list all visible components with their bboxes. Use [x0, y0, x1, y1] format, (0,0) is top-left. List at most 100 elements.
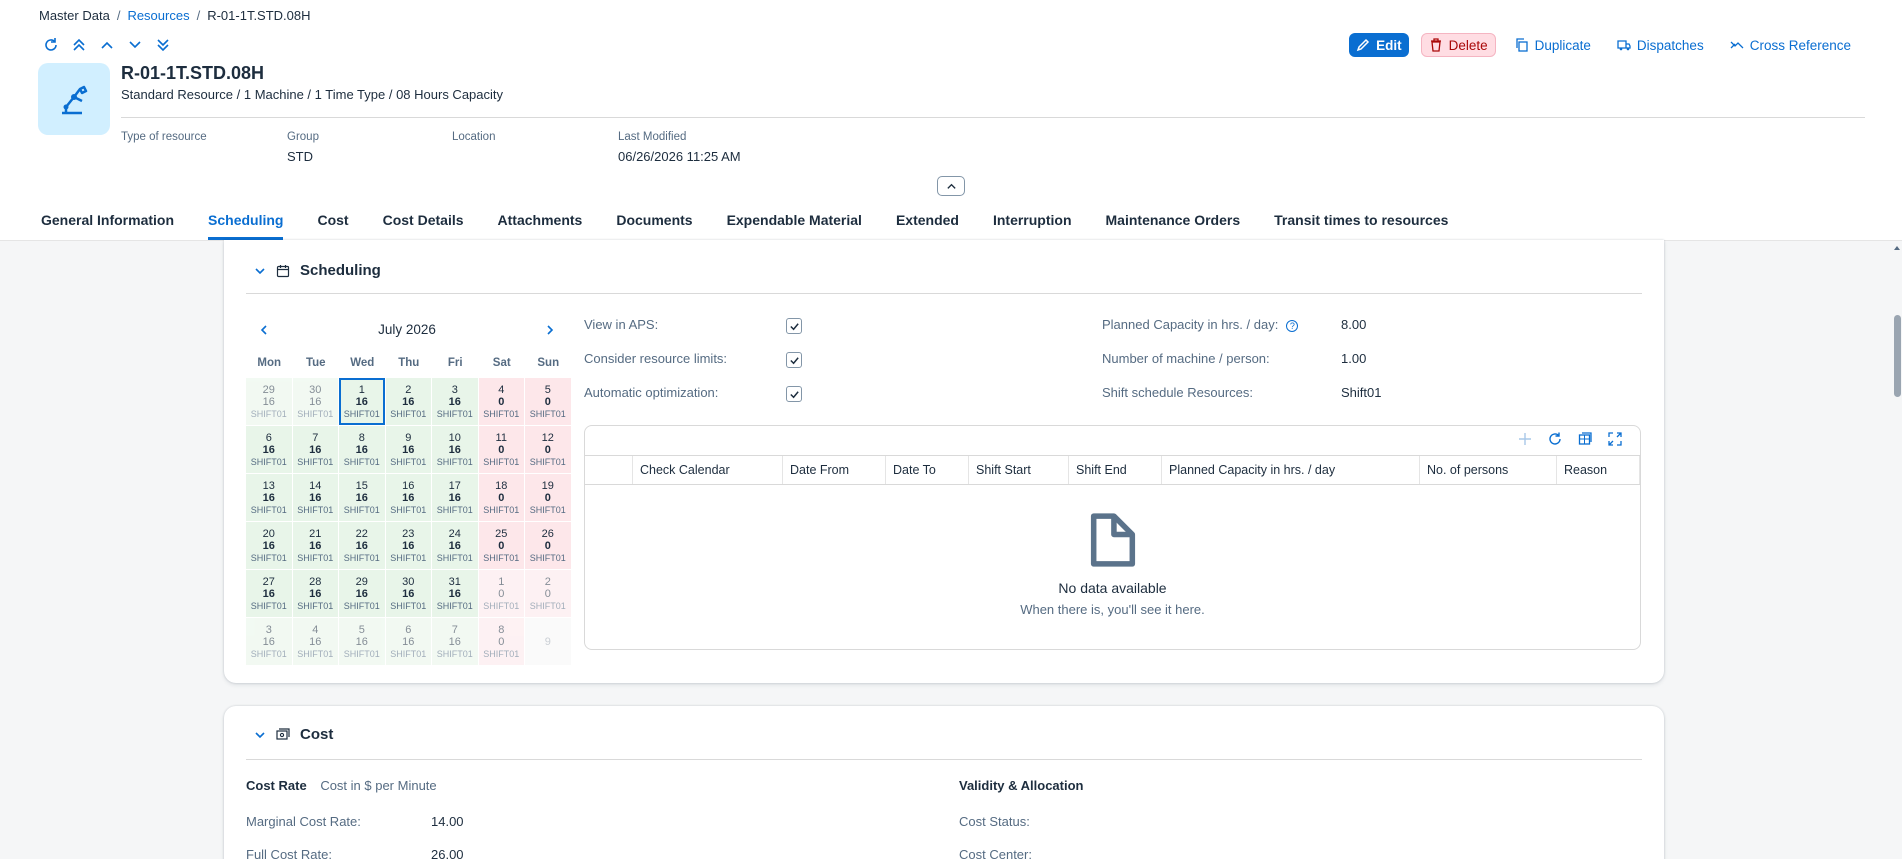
tab-cost[interactable]: Cost — [317, 212, 348, 240]
page-scrollbar[interactable] — [1892, 241, 1902, 859]
calendar-day[interactable]: 8 16 SHIFT01 — [339, 426, 385, 473]
help-icon[interactable]: ? — [1286, 319, 1299, 332]
calendar-day[interactable]: 10 16 SHIFT01 — [432, 426, 478, 473]
column-header[interactable]: Shift End — [1069, 456, 1162, 484]
calendar-day[interactable]: 15 16 SHIFT01 — [339, 474, 385, 521]
automatic-optimization-checkbox[interactable] — [786, 386, 802, 402]
calendar-day[interactable]: 28 16 SHIFT01 — [292, 570, 338, 617]
column-header[interactable]: Check Calendar — [633, 456, 783, 484]
calendar-day[interactable]: 31 16 SHIFT01 — [432, 570, 478, 617]
calendar-day[interactable]: 5 16 SHIFT01 — [339, 618, 385, 665]
column-header[interactable]: Date To — [886, 456, 969, 484]
next-month-button[interactable] — [544, 324, 556, 336]
chevron-down-icon[interactable] — [126, 36, 144, 54]
column-header[interactable]: Reason — [1557, 456, 1640, 484]
chevron-down-icon[interactable] — [254, 265, 266, 277]
calendar-day[interactable]: 16 16 SHIFT01 — [385, 474, 431, 521]
double-chevron-up-icon[interactable] — [70, 36, 88, 54]
calendar-day[interactable]: 5 0 SHIFT01 — [525, 378, 571, 425]
calendar-day[interactable]: 2 0 SHIFT01 — [525, 570, 571, 617]
tab-interruption[interactable]: Interruption — [993, 212, 1072, 240]
calendar-day[interactable]: 2 16 SHIFT01 — [385, 378, 431, 425]
calendar-day[interactable]: 9 — [525, 618, 571, 665]
day-shift: SHIFT01 — [297, 504, 334, 515]
chevron-down-icon[interactable] — [254, 729, 266, 741]
add-row-button[interactable] — [1518, 432, 1532, 446]
select-column-header[interactable] — [585, 456, 633, 484]
previous-month-button[interactable] — [258, 324, 270, 336]
calendar-day[interactable]: 13 16 SHIFT01 — [246, 474, 292, 521]
tab-documents[interactable]: Documents — [616, 212, 692, 240]
calendar-month[interactable]: July 2026 — [378, 322, 436, 337]
breadcrumb-root[interactable]: Master Data — [39, 8, 110, 23]
collapse-header-button[interactable] — [937, 176, 965, 196]
cross-reference-button[interactable]: Cross Reference — [1723, 33, 1858, 57]
tab-cost-details[interactable]: Cost Details — [383, 212, 464, 240]
calendar-day[interactable]: 4 16 SHIFT01 — [292, 618, 338, 665]
tab-maintenance-orders[interactable]: Maintenance Orders — [1106, 212, 1241, 240]
calendar-day[interactable]: 6 16 SHIFT01 — [246, 426, 292, 473]
calendar-day[interactable]: 26 0 SHIFT01 — [525, 522, 571, 569]
weekday-header: Mon Tue Wed Thu Fri Sat Sun — [246, 357, 572, 369]
calendar-day[interactable]: 30 16 SHIFT01 — [292, 378, 338, 425]
column-header[interactable]: Planned Capacity in hrs. / day — [1162, 456, 1420, 484]
duplicate-button[interactable]: Duplicate — [1508, 33, 1598, 57]
day-shift: SHIFT01 — [343, 456, 380, 467]
calendar-day[interactable]: 19 0 SHIFT01 — [525, 474, 571, 521]
calendar-day[interactable]: 29 16 SHIFT01 — [339, 570, 385, 617]
calendar-day[interactable]: 8 0 SHIFT01 — [478, 618, 524, 665]
export-button[interactable] — [1578, 432, 1592, 446]
calendar-day[interactable]: 7 16 SHIFT01 — [432, 618, 478, 665]
tab-attachments[interactable]: Attachments — [498, 212, 583, 240]
calendar-day[interactable]: 27 16 SHIFT01 — [246, 570, 292, 617]
scroll-up-icon[interactable] — [1892, 244, 1902, 252]
calendar-day[interactable]: 25 0 SHIFT01 — [478, 522, 524, 569]
calendar-day[interactable]: 4 0 SHIFT01 — [478, 378, 524, 425]
tab-expendable-material[interactable]: Expendable Material — [727, 212, 862, 240]
calendar-day[interactable]: 23 16 SHIFT01 — [385, 522, 431, 569]
calendar-day[interactable]: 30 16 SHIFT01 — [385, 570, 431, 617]
calendar-day[interactable]: 6 16 SHIFT01 — [385, 618, 431, 665]
calendar-day[interactable]: 1 16 SHIFT01 — [339, 378, 385, 425]
calendar-day[interactable]: 22 16 SHIFT01 — [339, 522, 385, 569]
dispatches-button[interactable]: Dispatches — [1610, 33, 1711, 57]
scheduling-section-header[interactable]: Scheduling — [254, 262, 381, 279]
tab-extended[interactable]: Extended — [896, 212, 959, 240]
column-header[interactable]: No. of persons — [1420, 456, 1557, 484]
weekday-label: Sat — [492, 357, 511, 369]
day-number: 9 — [405, 431, 412, 444]
calendar-day[interactable]: 11 0 SHIFT01 — [478, 426, 524, 473]
double-chevron-down-icon[interactable] — [154, 36, 172, 54]
checkmark-icon — [789, 390, 799, 398]
tab-general-information[interactable]: General Information — [41, 212, 174, 240]
calendar-day[interactable]: 14 16 SHIFT01 — [292, 474, 338, 521]
fullscreen-button[interactable] — [1608, 432, 1622, 446]
calendar-day[interactable]: 1 0 SHIFT01 — [478, 570, 524, 617]
edit-button[interactable]: Edit — [1349, 33, 1409, 57]
tab-scheduling[interactable]: Scheduling — [208, 212, 284, 240]
chevron-up-icon[interactable] — [98, 36, 116, 54]
calendar-day[interactable]: 3 16 SHIFT01 — [432, 378, 478, 425]
cost-section-header[interactable]: Cost — [254, 726, 333, 743]
calendar-day[interactable]: 17 16 SHIFT01 — [432, 474, 478, 521]
calendar-day[interactable]: 9 16 SHIFT01 — [385, 426, 431, 473]
day-capacity: 16 — [355, 491, 368, 504]
calendar-day[interactable]: 12 0 SHIFT01 — [525, 426, 571, 473]
view-in-aps-checkbox[interactable] — [786, 318, 802, 334]
calendar-day[interactable]: 20 16 SHIFT01 — [246, 522, 292, 569]
calendar-day[interactable]: 21 16 SHIFT01 — [292, 522, 338, 569]
refresh-icon[interactable] — [42, 36, 60, 54]
delete-button[interactable]: Delete — [1420, 33, 1496, 57]
calendar-day[interactable]: 7 16 SHIFT01 — [292, 426, 338, 473]
column-header[interactable]: Date From — [783, 456, 886, 484]
tab-transit-times-to-resources[interactable]: Transit times to resources — [1274, 212, 1448, 240]
consider-resource-limits-checkbox[interactable] — [786, 352, 802, 368]
column-header[interactable]: Shift Start — [969, 456, 1069, 484]
refresh-table-button[interactable] — [1548, 432, 1562, 446]
calendar-day[interactable]: 18 0 SHIFT01 — [478, 474, 524, 521]
calendar-day[interactable]: 24 16 SHIFT01 — [432, 522, 478, 569]
calendar-day[interactable]: 3 16 SHIFT01 — [246, 618, 292, 665]
calendar-day[interactable]: 29 16 SHIFT01 — [246, 378, 292, 425]
scrollbar-thumb[interactable] — [1894, 315, 1901, 397]
breadcrumb-resources[interactable]: Resources — [127, 8, 189, 23]
